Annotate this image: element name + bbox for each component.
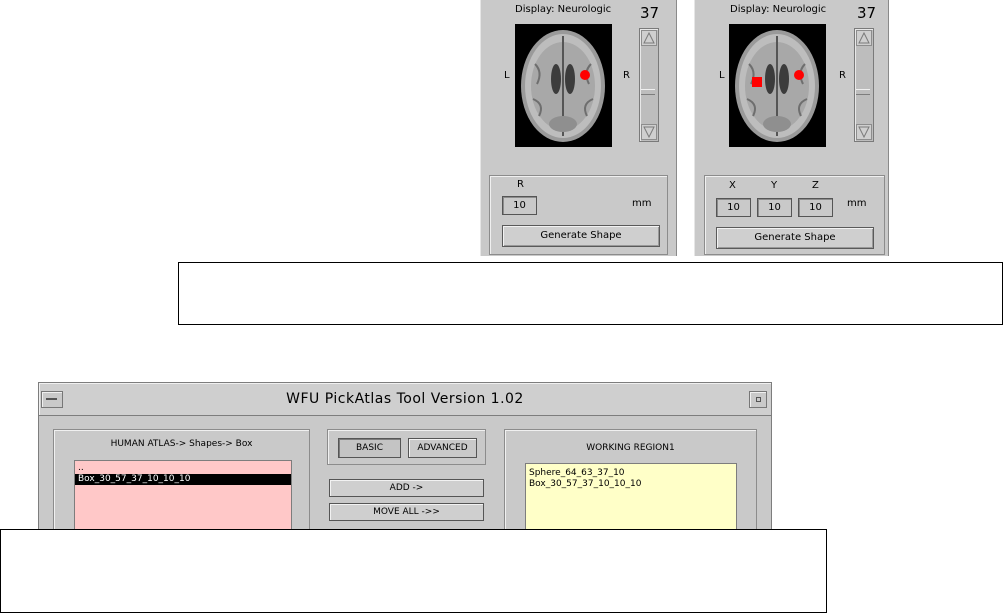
title-bar[interactable]: WFU PickAtlas Tool Version 1.02	[39, 383, 771, 416]
display-panel-box: Display: Neurologic 37 L R X Y Z 10 10 1…	[694, 0, 889, 256]
atlas-list[interactable]: .. Box_30_57_37_10_10_10	[74, 460, 292, 529]
scroll-thumb[interactable]	[856, 89, 870, 95]
slice-scrollbar[interactable]	[854, 28, 874, 142]
units-label: mm	[847, 198, 867, 209]
triangle-up-icon	[643, 31, 655, 44]
triangle-up-icon	[858, 31, 870, 44]
right-orientation-label: R	[623, 70, 630, 81]
radius-label: R	[517, 179, 524, 190]
triangle-down-icon	[643, 126, 655, 139]
x-input[interactable]: 10	[716, 198, 751, 217]
working-region-list[interactable]: Sphere_64_63_37_10 Box_30_57_37_10_10_10	[525, 463, 737, 529]
working-region-item[interactable]: Box_30_57_37_10_10_10	[526, 479, 736, 490]
brain-slice-image[interactable]	[515, 24, 612, 147]
working-region-item[interactable]: Sphere_64_63_37_10	[526, 468, 736, 479]
display-mode-label: Display: Neurologic	[515, 4, 612, 15]
generate-shape-button[interactable]: Generate Shape	[716, 227, 874, 249]
brain-slice-image[interactable]	[729, 24, 826, 147]
add-button[interactable]: ADD ->	[329, 479, 484, 497]
scroll-thumb[interactable]	[641, 89, 655, 95]
scroll-down-button[interactable]	[641, 124, 657, 140]
move-all-button[interactable]: MOVE ALL ->>	[329, 503, 484, 521]
triangle-down-icon	[858, 126, 870, 139]
atlas-group: HUMAN ATLAS-> Shapes-> Box .. Box_30_57_3…	[53, 429, 310, 529]
y-label: Y	[771, 180, 778, 191]
advanced-mode-button[interactable]: ADVANCED	[408, 438, 477, 458]
left-orientation-label: L	[719, 70, 725, 81]
radius-input[interactable]: 10	[502, 196, 537, 215]
working-region-label: WORKING REGION1	[586, 443, 675, 453]
display-mode-label: Display: Neurologic	[730, 4, 827, 15]
box-marker	[752, 77, 762, 87]
right-orientation-label: R	[839, 70, 846, 81]
caption-box	[178, 262, 1003, 325]
x-label: X	[729, 180, 736, 191]
left-orientation-label: L	[504, 70, 510, 81]
z-label: Z	[812, 180, 819, 191]
slice-number: 37	[857, 4, 877, 22]
pickatlas-window: WFU PickAtlas Tool Version 1.02 HUMAN AT…	[38, 382, 772, 530]
atlas-path-label: HUMAN ATLAS-> Shapes-> Box	[110, 439, 253, 449]
units-label: mm	[632, 198, 652, 209]
radius-input-group: R 10 mm Generate Shape	[489, 175, 668, 255]
display-panel-sphere: Display: Neurologic 37 L R R 10 mm Gener…	[480, 0, 677, 256]
window-maximize-button[interactable]	[749, 391, 767, 408]
window-title: WFU PickAtlas Tool Version 1.02	[286, 391, 524, 407]
box-dimension-group: X Y Z 10 10 10 mm Generate Shape	[704, 175, 885, 255]
y-input[interactable]: 10	[757, 198, 792, 217]
atlas-list-item[interactable]: Box_30_57_37_10_10_10	[75, 474, 291, 485]
scroll-down-button[interactable]	[856, 124, 872, 140]
generate-shape-button[interactable]: Generate Shape	[502, 225, 660, 247]
scroll-up-button[interactable]	[856, 30, 872, 46]
sphere-marker	[794, 70, 804, 80]
working-region-group: WORKING REGION1 Sphere_64_63_37_10 Box_30…	[504, 429, 757, 529]
scroll-up-button[interactable]	[641, 30, 657, 46]
slice-scrollbar[interactable]	[639, 28, 659, 142]
atlas-list-item[interactable]: ..	[75, 463, 291, 474]
basic-mode-button[interactable]: BASIC	[338, 438, 401, 458]
slice-number: 37	[640, 4, 660, 22]
caption-box	[0, 529, 827, 613]
sphere-marker	[580, 70, 590, 80]
z-input[interactable]: 10	[798, 198, 833, 217]
mode-group: BASIC ADVANCED	[327, 429, 486, 465]
